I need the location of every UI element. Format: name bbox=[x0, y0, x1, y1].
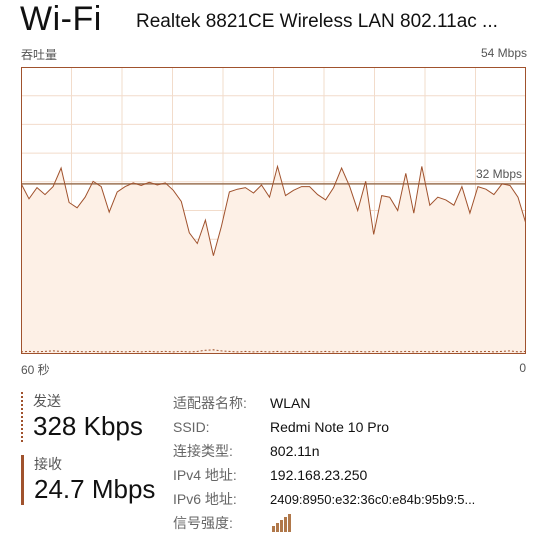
signal-bar bbox=[284, 516, 287, 532]
signal-bar bbox=[280, 519, 283, 532]
receive-label: 接收 bbox=[34, 456, 62, 472]
send-value: 328 Kbps bbox=[33, 411, 143, 441]
detail-key: 适配器名称: bbox=[173, 395, 247, 411]
detail-value: WLAN bbox=[270, 395, 311, 411]
detail-value: 2409:8950:e32:36c0:e84b:95b9:5... bbox=[270, 491, 476, 507]
detail-key: 连接类型: bbox=[173, 443, 233, 459]
detail-key: IPv6 地址: bbox=[173, 491, 237, 507]
page-title: Wi-Fi bbox=[20, 0, 102, 38]
signal-bar bbox=[272, 525, 275, 532]
signal-bar bbox=[288, 513, 291, 532]
x-axis-start-label: 60 秒 bbox=[21, 363, 50, 377]
detail-key: IPv4 地址: bbox=[173, 467, 237, 483]
x-axis-end-label: 0 bbox=[519, 361, 526, 375]
detail-key: SSID: bbox=[173, 419, 210, 435]
detail-value: Redmi Note 10 Pro bbox=[270, 419, 390, 435]
detail-row-ipv6: IPv6 地址: 2409:8950:e32:36c0:e84b:95b9:5.… bbox=[173, 487, 475, 511]
adapter-name: Realtek 8821CE Wireless LAN 802.11ac ... bbox=[136, 11, 498, 32]
detail-value bbox=[270, 512, 292, 535]
detail-value: 802.11n bbox=[270, 443, 320, 459]
signal-bars-icon bbox=[272, 513, 291, 532]
reference-label: 32 Mbps bbox=[476, 167, 522, 181]
signal-bar bbox=[276, 522, 279, 532]
detail-key: 信号强度: bbox=[173, 515, 233, 531]
detail-row-signal: 信号强度: bbox=[173, 511, 475, 535]
details-panel: 适配器名称: WLAN SSID: Redmi Note 10 Pro 连接类型… bbox=[173, 391, 475, 535]
detail-row-ssid: SSID: Redmi Note 10 Pro bbox=[173, 415, 475, 439]
send-stat: 发送 328 Kbps bbox=[21, 392, 143, 442]
detail-row-adapter: 适配器名称: WLAN bbox=[173, 391, 475, 415]
chart-y-max-label: 54 Mbps bbox=[480, 46, 527, 60]
detail-row-connection-type: 连接类型: 802.11n bbox=[173, 439, 475, 463]
detail-value: 192.168.23.250 bbox=[270, 467, 368, 483]
throughput-graph: 32 Mbps bbox=[21, 67, 526, 354]
receive-stat: 接收 24.7 Mbps bbox=[21, 455, 155, 505]
send-label: 发送 bbox=[33, 393, 61, 409]
chart-y-label: 吞吐量 bbox=[21, 48, 58, 62]
detail-row-ipv4: IPv4 地址: 192.168.23.250 bbox=[173, 463, 475, 487]
receive-value: 24.7 Mbps bbox=[34, 474, 156, 504]
receive-area bbox=[21, 166, 526, 354]
